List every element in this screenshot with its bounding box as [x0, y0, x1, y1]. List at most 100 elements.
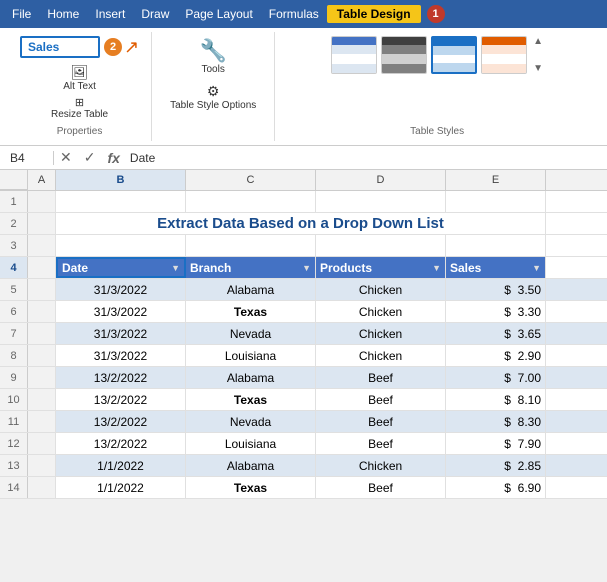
cell-a2[interactable]: [28, 213, 56, 234]
formula-cancel-icon[interactable]: ✕: [54, 149, 78, 166]
col-header-b[interactable]: B: [56, 170, 186, 190]
cell-a12[interactable]: [28, 433, 56, 454]
cell-reference[interactable]: B4: [4, 151, 54, 165]
cell-e5[interactable]: $ 3.50: [446, 279, 546, 300]
cell-d9[interactable]: Beef: [316, 367, 446, 388]
cell-c9[interactable]: Alabama: [186, 367, 316, 388]
menu-file[interactable]: File: [4, 5, 39, 23]
menu-home[interactable]: Home: [39, 5, 87, 23]
cell-b11[interactable]: 13/2/2022: [56, 411, 186, 432]
col-header-d[interactable]: D: [316, 170, 446, 190]
table-row: 4 Date ▼ Branch ▼ Products ▼ Sales ▼: [0, 257, 607, 279]
cell-b7[interactable]: 31/3/2022: [56, 323, 186, 344]
cell-e9[interactable]: $ 7.00: [446, 367, 546, 388]
table-style-4[interactable]: [481, 36, 527, 74]
cell-a5[interactable]: [28, 279, 56, 300]
cell-e7[interactable]: $ 3.65: [446, 323, 546, 344]
cell-a8[interactable]: [28, 345, 56, 366]
cell-c13[interactable]: Alabama: [186, 455, 316, 476]
table-style-1[interactable]: [331, 36, 377, 74]
tools-btn[interactable]: 🔧 Tools: [193, 36, 232, 77]
cell-d12[interactable]: Beef: [316, 433, 446, 454]
cell-c1[interactable]: [186, 191, 316, 212]
cell-b8[interactable]: 31/3/2022: [56, 345, 186, 366]
cell-d1[interactable]: [316, 191, 446, 212]
cell-b6[interactable]: 31/3/2022: [56, 301, 186, 322]
cell-b12[interactable]: 13/2/2022: [56, 433, 186, 454]
menu-insert[interactable]: Insert: [87, 5, 133, 23]
menu-formulas[interactable]: Formulas: [261, 5, 327, 23]
cell-d8[interactable]: Chicken: [316, 345, 446, 366]
cell-e11[interactable]: $ 8.30: [446, 411, 546, 432]
dropdown-arrow-branch[interactable]: ▼: [302, 263, 311, 273]
cell-c8[interactable]: Louisiana: [186, 345, 316, 366]
table-style-options-btn[interactable]: ⚙ Table Style Options: [164, 81, 262, 113]
table-style-2[interactable]: [381, 36, 427, 74]
cell-a14[interactable]: [28, 477, 56, 498]
cell-b5[interactable]: 31/3/2022: [56, 279, 186, 300]
menu-table-design[interactable]: Table Design: [327, 5, 421, 23]
resize-table-btn[interactable]: ⊞ Resize Table: [45, 94, 114, 122]
cell-d10[interactable]: Beef: [316, 389, 446, 410]
cell-d14[interactable]: Beef: [316, 477, 446, 498]
formula-content: Date: [126, 151, 155, 165]
formula-confirm-icon[interactable]: ✓: [78, 149, 102, 166]
cell-c14[interactable]: Texas: [186, 477, 316, 498]
cell-a7[interactable]: [28, 323, 56, 344]
table-name-input[interactable]: Sales: [20, 36, 100, 58]
cell-c5[interactable]: Alabama: [186, 279, 316, 300]
cell-b10[interactable]: 13/2/2022: [56, 389, 186, 410]
cell-a11[interactable]: [28, 411, 56, 432]
cell-e10[interactable]: $ 8.10: [446, 389, 546, 410]
col-header-e[interactable]: E: [446, 170, 546, 190]
cell-c11[interactable]: Nevada: [186, 411, 316, 432]
col-header-a[interactable]: A: [28, 170, 56, 190]
cell-a9[interactable]: [28, 367, 56, 388]
cell-a10[interactable]: [28, 389, 56, 410]
cell-d13[interactable]: Chicken: [316, 455, 446, 476]
cell-e14[interactable]: $ 6.90: [446, 477, 546, 498]
alt-text-btn[interactable]: 🖼 Alt Text: [57, 62, 102, 94]
cell-e8[interactable]: $ 2.90: [446, 345, 546, 366]
dropdown-arrow-date[interactable]: ▼: [171, 263, 180, 273]
cell-c3[interactable]: [186, 235, 316, 256]
menu-draw[interactable]: Draw: [133, 5, 177, 23]
cell-d3[interactable]: [316, 235, 446, 256]
cell-b2-title[interactable]: Extract Data Based on a Drop Down List: [56, 213, 546, 234]
cell-e4-header[interactable]: Sales ▼: [446, 257, 546, 278]
cell-a1[interactable]: [28, 191, 56, 212]
cell-a13[interactable]: [28, 455, 56, 476]
cell-b9[interactable]: 13/2/2022: [56, 367, 186, 388]
cell-d5[interactable]: Chicken: [316, 279, 446, 300]
styles-scroll-up[interactable]: ▲: [533, 36, 543, 47]
cell-e6[interactable]: $ 3.30: [446, 301, 546, 322]
cell-c6[interactable]: Texas: [186, 301, 316, 322]
cell-c7[interactable]: Nevada: [186, 323, 316, 344]
cell-d6[interactable]: Chicken: [316, 301, 446, 322]
cell-c4-header[interactable]: Branch ▼: [186, 257, 316, 278]
cell-b4-header[interactable]: Date ▼: [56, 257, 186, 278]
formula-fx-icon[interactable]: fx: [101, 150, 125, 166]
cell-e3[interactable]: [446, 235, 546, 256]
cell-e13[interactable]: $ 2.85: [446, 455, 546, 476]
cell-b14[interactable]: 1/1/2022: [56, 477, 186, 498]
cell-a6[interactable]: [28, 301, 56, 322]
cell-c12[interactable]: Louisiana: [186, 433, 316, 454]
cell-e12[interactable]: $ 7.90: [446, 433, 546, 454]
cell-d4-header[interactable]: Products ▼: [316, 257, 446, 278]
dropdown-arrow-sales[interactable]: ▼: [532, 263, 541, 273]
dropdown-arrow-products[interactable]: ▼: [432, 263, 441, 273]
col-header-c[interactable]: C: [186, 170, 316, 190]
cell-d7[interactable]: Chicken: [316, 323, 446, 344]
table-style-3[interactable]: [431, 36, 477, 74]
cell-e1[interactable]: [446, 191, 546, 212]
styles-scroll-down[interactable]: ▼: [533, 63, 543, 74]
cell-a3[interactable]: [28, 235, 56, 256]
cell-b3[interactable]: [56, 235, 186, 256]
menu-page-layout[interactable]: Page Layout: [177, 5, 260, 23]
cell-b1[interactable]: [56, 191, 186, 212]
cell-a4[interactable]: [28, 257, 56, 278]
cell-b13[interactable]: 1/1/2022: [56, 455, 186, 476]
cell-d11[interactable]: Beef: [316, 411, 446, 432]
cell-c10[interactable]: Texas: [186, 389, 316, 410]
